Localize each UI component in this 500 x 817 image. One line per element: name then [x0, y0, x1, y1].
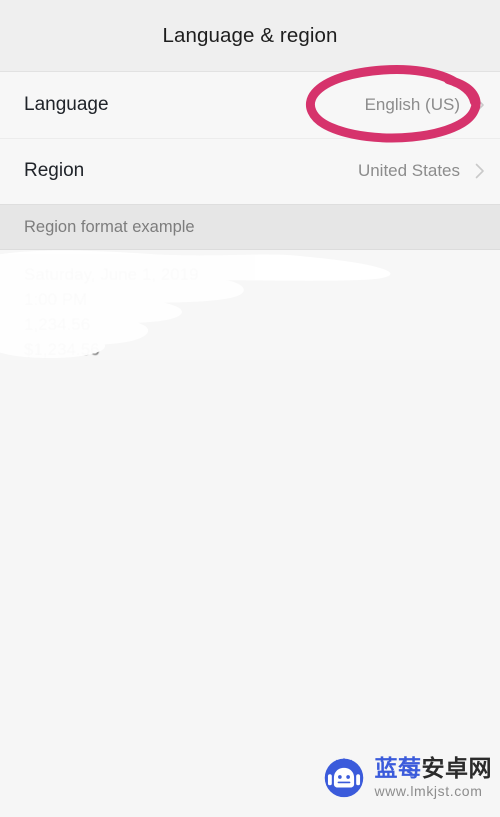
- watermark-brand-secondary: 安卓网: [421, 754, 492, 781]
- chevron-right-icon: [475, 163, 484, 179]
- region-format-example-block: Saturday, June 1, 2019 1:00 PM 1,234.56 …: [0, 250, 500, 360]
- chevron-right-icon: [475, 97, 484, 113]
- watermark-brand: 蓝莓安卓网: [374, 754, 493, 781]
- settings-row-language[interactable]: Language English (US): [0, 72, 500, 138]
- section-header-label: Region format example: [24, 217, 195, 236]
- settings-row-value: English (US): [364, 95, 460, 114]
- android-mascot-icon: [324, 757, 363, 798]
- example-line: Saturday, June 1, 2019: [24, 265, 199, 284]
- region-format-example-lines: Saturday, June 1, 2019 1:00 PM 1,234.56 …: [0, 250, 500, 360]
- example-line: 1,234.56: [24, 315, 91, 334]
- settings-list: Language English (US) Region United Stat…: [0, 72, 500, 204]
- settings-row-region[interactable]: Region United States: [0, 138, 500, 204]
- watermark-text: 蓝莓安卓网 www.lmkjst.com: [374, 754, 493, 799]
- page-title: Language & region: [162, 23, 338, 47]
- site-watermark: 蓝莓安卓网 www.lmkjst.com: [322, 755, 493, 799]
- example-line: $1,234.56: [24, 340, 100, 359]
- example-line: 1:00 PM: [24, 290, 88, 309]
- watermark-url: www.lmkjst.com: [374, 782, 483, 799]
- page-header: Language & region: [0, 0, 500, 72]
- page-body-empty: [0, 360, 500, 817]
- watermark-brand-primary: 蓝莓: [374, 754, 422, 781]
- section-header-region-format-example: Region format example: [0, 204, 500, 250]
- settings-row-value: United States: [357, 161, 460, 180]
- settings-row-label: Language: [24, 94, 109, 115]
- settings-row-label: Region: [24, 160, 85, 181]
